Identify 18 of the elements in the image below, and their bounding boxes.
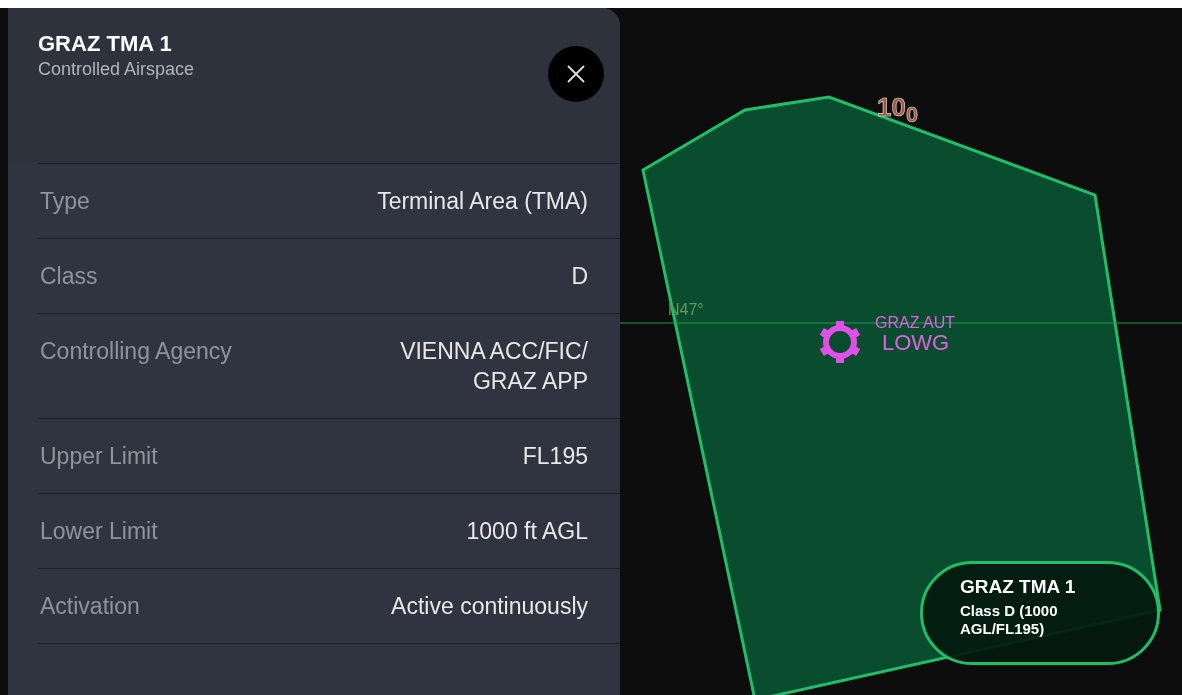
property-value: D [571, 262, 588, 291]
property-value: Terminal Area (TMA) [377, 187, 588, 216]
altitude-label: 10$_{0}$ [877, 92, 918, 129]
property-label: Controlling Agency [40, 337, 232, 366]
property-value: FL195 [522, 442, 588, 471]
property-label: Upper Limit [40, 442, 158, 471]
panel-subtitle: Controlled Airspace [38, 59, 195, 80]
airport-name: GRAZ AUT [875, 314, 955, 332]
property-value: 1000 ft AGL [466, 517, 588, 546]
property-label: Lower Limit [40, 517, 158, 546]
property-value: VIENNA ACC/FIC/ GRAZ APP [400, 337, 588, 396]
airport-code: LOWG [882, 330, 950, 356]
property-label: Type [40, 187, 90, 216]
property-value: Active continuously [391, 592, 588, 621]
property-label: Class [40, 262, 98, 291]
property-label: Activation [40, 592, 140, 621]
airspace-label[interactable]: GRAZ TMA 1 Class D (1000 AGL/FL195) [920, 561, 1160, 665]
panel-title: GRAZ TMA 1 [38, 31, 173, 57]
